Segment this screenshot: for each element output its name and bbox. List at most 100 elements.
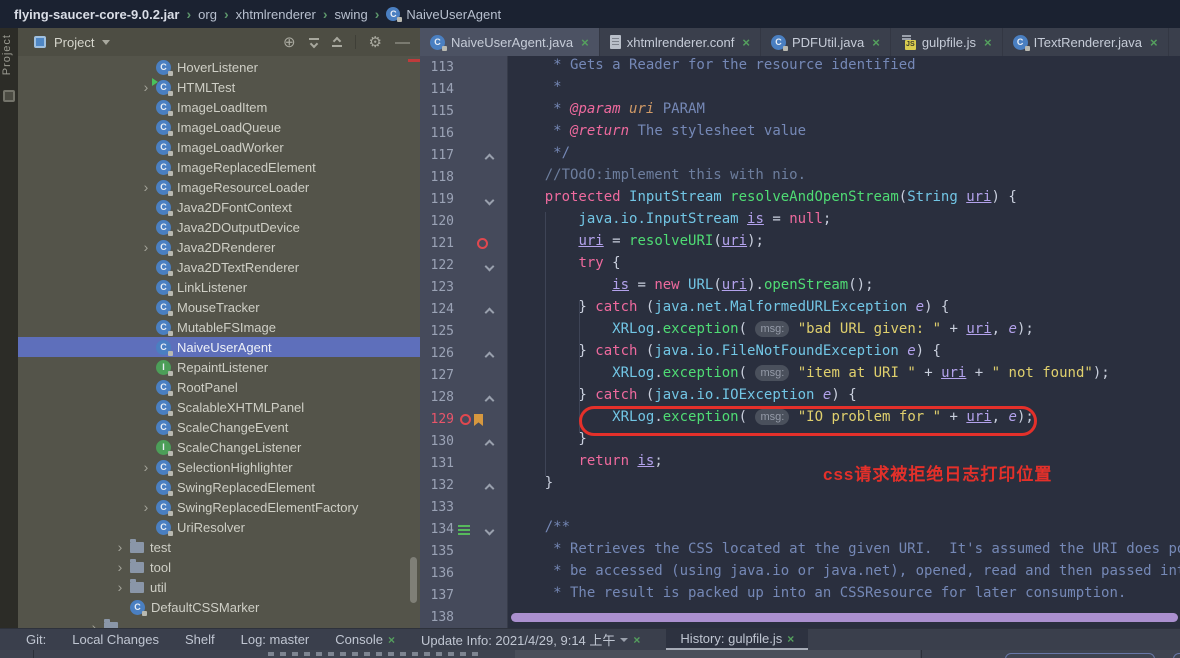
indent-guide (579, 300, 580, 432)
tab-pdfutil-java[interactable]: CPDFUtil.java× (761, 28, 891, 56)
project-panel-title[interactable]: Project (54, 35, 94, 50)
breadcrumb-item-xhtmlrenderer[interactable]: xhtmlrenderer (236, 7, 316, 22)
tree-item-mutablefsimage[interactable]: CMutableFSImage (18, 317, 420, 337)
chevron-right-icon[interactable]: › (136, 459, 156, 475)
chevron-right-icon[interactable]: › (84, 619, 104, 628)
tree-item-swingreplacedelementfactory[interactable]: ›CSwingReplacedElementFactory (18, 497, 420, 517)
editor-gutter[interactable]: 1131141151161171181191201211221231241251… (420, 56, 508, 628)
breadcrumb-item-naiveuseragent[interactable]: CNaiveUserAgent (386, 7, 501, 22)
breadcrumb-item-swing[interactable]: swing (334, 7, 367, 22)
tree-item-linklistener[interactable]: CLinkListener (18, 277, 420, 297)
tree-item-uriresolver[interactable]: CUriResolver (18, 517, 420, 537)
fold-down-icon[interactable] (485, 196, 495, 206)
tree-item-imagereplacedelement[interactable]: CImageReplacedElement (18, 157, 420, 177)
tree-item-test[interactable]: ›test (18, 537, 420, 557)
chevron-down-icon[interactable] (620, 638, 628, 642)
statusbar-item-history-gulpfile-js[interactable]: History: gulpfile.js× (666, 629, 808, 650)
statusbar-item-console[interactable]: Console× (335, 629, 395, 650)
expand-all-icon[interactable] (309, 38, 319, 47)
close-icon[interactable]: × (388, 633, 395, 647)
breakpoint-icon[interactable] (460, 414, 471, 425)
tree-item-util[interactable]: ›util (18, 577, 420, 597)
gutter-line-117: 117 (420, 145, 507, 167)
collapse-all-icon[interactable] (332, 38, 342, 47)
tree-item-selectionhighlighter[interactable]: ›CSelectionHighlighter (18, 457, 420, 477)
close-icon[interactable]: × (872, 35, 880, 50)
code-area[interactable]: * Gets a Reader for the resource identif… (509, 56, 1180, 628)
statusbar-item-git-[interactable]: Git: (26, 629, 46, 650)
locate-icon[interactable]: ⊕ (283, 35, 296, 50)
chevron-right-icon[interactable]: › (136, 239, 156, 255)
fold-up-icon[interactable] (485, 154, 495, 164)
fold-down-icon[interactable] (485, 526, 495, 536)
breadcrumb-item-flying-saucer-core-9-0-2-jar[interactable]: flying-saucer-core-9.0.2.jar (14, 7, 179, 22)
tab-xhtmlrenderer-conf[interactable]: xhtmlrenderer.conf× (600, 28, 761, 56)
chevron-right-icon[interactable]: › (110, 539, 130, 555)
tree-item-htmltest[interactable]: ›CHTMLTest (18, 77, 420, 97)
breadcrumb-item-org[interactable]: org (198, 7, 217, 22)
chevron-right-icon[interactable]: › (110, 559, 130, 575)
close-icon[interactable]: × (787, 632, 794, 646)
tree-item-mousetracker[interactable]: CMouseTracker (18, 297, 420, 317)
fold-down-icon[interactable] (485, 262, 495, 272)
fold-up-icon[interactable] (485, 352, 495, 362)
tree-item-tool[interactable]: ›tool (18, 557, 420, 577)
tree-item-java2drenderer[interactable]: ›CJava2DRenderer (18, 237, 420, 257)
horizontal-scrollbar[interactable] (511, 613, 1178, 622)
chevron-right-icon[interactable]: › (136, 499, 156, 515)
clipped-button[interactable] (1173, 653, 1180, 658)
tree-item-scalablexhtmlpanel[interactable]: CScalableXHTMLPanel (18, 397, 420, 417)
chevron-right-icon[interactable]: › (110, 579, 130, 595)
stripe-project-label[interactable]: Project (1, 34, 13, 75)
chevron-down-icon[interactable] (102, 40, 110, 45)
stripe-tool-icon[interactable] (3, 90, 15, 102)
code-line-136: * be accessed (using java.io or java.net… (511, 563, 1180, 585)
breadcrumb-label: org (198, 7, 217, 22)
tab-naiveuseragent-java[interactable]: CNaiveUserAgent.java× (420, 28, 600, 56)
fold-up-icon[interactable] (485, 308, 495, 318)
statusbar-item-update-info-2021-4-29-9-14-[interactable]: Update Info: 2021/4/29, 9:14 上午× (421, 629, 640, 650)
close-icon[interactable]: × (581, 35, 589, 50)
tree-item-repaintlistener[interactable]: IRepaintListener (18, 357, 420, 377)
class-icon: C (156, 520, 171, 535)
fold-up-icon[interactable] (485, 396, 495, 406)
settings-gear-icon[interactable]: ⚙ (369, 35, 382, 50)
clipped-button[interactable] (1005, 653, 1155, 658)
hide-panel-icon[interactable]: — (395, 35, 410, 50)
tree-item-naiveuseragent[interactable]: CNaiveUserAgent (18, 337, 420, 357)
tree-item-swingreplacedelement[interactable]: CSwingReplacedElement (18, 477, 420, 497)
close-icon[interactable]: × (633, 633, 640, 647)
statusbar-item-shelf[interactable]: Shelf (185, 629, 215, 650)
breakpoint-icon[interactable] (477, 238, 488, 249)
tree-item-imageloaditem[interactable]: CImageLoadItem (18, 97, 420, 117)
tree-item-imageloadworker[interactable]: CImageLoadWorker (18, 137, 420, 157)
tree-item-java2doutputdevice[interactable]: CJava2DOutputDevice (18, 217, 420, 237)
tab-gulpfile-js[interactable]: JSgulpfile.js× (891, 28, 1003, 56)
folder-icon (130, 542, 144, 553)
code-token: The stylesheet value (629, 123, 806, 139)
tree-item-defaultcssmarker[interactable]: CDefaultCSSMarker (18, 597, 420, 617)
tree-item-scalechangeevent[interactable]: CScaleChangeEvent (18, 417, 420, 437)
close-icon[interactable]: × (742, 35, 750, 50)
tab-itextrenderer-java[interactable]: CITextRenderer.java× (1003, 28, 1169, 56)
tree-scrollbar[interactable] (410, 557, 417, 603)
code-line-134: /** (511, 519, 1180, 541)
fold-up-icon[interactable] (485, 440, 495, 450)
tree-item-imageloadqueue[interactable]: CImageLoadQueue (18, 117, 420, 137)
statusbar-item-log-master[interactable]: Log: master (241, 629, 310, 650)
statusbar-item-local-changes[interactable]: Local Changes (72, 629, 159, 650)
tree-item-hoverlistener[interactable]: CHoverListener (18, 57, 420, 77)
fold-up-icon[interactable] (485, 484, 495, 494)
bookmark-icon[interactable] (474, 414, 483, 426)
project-tree[interactable]: CHoverListener›CHTMLTestCImageLoadItemCI… (18, 56, 420, 628)
close-icon[interactable]: × (984, 35, 992, 50)
tree-item-java2dfontcontext[interactable]: CJava2DFontContext (18, 197, 420, 217)
clipped-text-row (268, 652, 480, 656)
tree-item-scalechangelistener[interactable]: IScaleChangeListener (18, 437, 420, 457)
close-icon[interactable]: × (1150, 35, 1158, 50)
chevron-right-icon[interactable]: › (136, 179, 156, 195)
tree-item-item[interactable]: › (18, 617, 420, 628)
tree-item-java2dtextrenderer[interactable]: CJava2DTextRenderer (18, 257, 420, 277)
tree-item-imageresourceloader[interactable]: ›CImageResourceLoader (18, 177, 420, 197)
tree-item-rootpanel[interactable]: CRootPanel (18, 377, 420, 397)
